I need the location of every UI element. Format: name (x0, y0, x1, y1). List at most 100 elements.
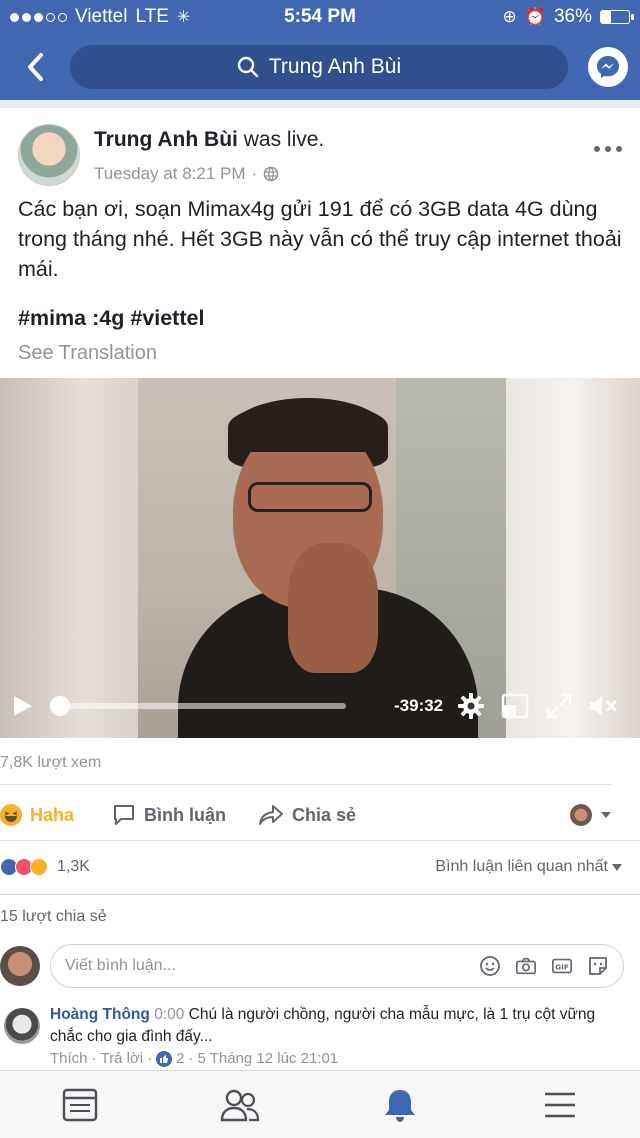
signal-icon (10, 12, 67, 22)
camera-button[interactable] (515, 955, 537, 977)
nav-bar: Trung Anh Bùi (0, 34, 640, 100)
gif-button[interactable]: GIF (551, 955, 573, 977)
mute-button[interactable] (587, 690, 619, 722)
alarm-icon: ⏰ (524, 7, 546, 26)
divider (0, 784, 612, 785)
play-icon (14, 696, 32, 716)
video-player[interactable]: -39:32 (0, 378, 640, 738)
gif-icon: GIF (552, 958, 572, 974)
share-count[interactable]: 15 lượt chia sẻ (0, 908, 107, 926)
search-bar[interactable]: Trung Anh Bùi (70, 45, 568, 89)
meta-separator: · (188, 1050, 194, 1067)
audience-selector[interactable] (570, 804, 612, 826)
carrier-label: Viettel (75, 6, 128, 27)
loading-icon: ✳ (176, 9, 191, 26)
post-hashtags[interactable]: #mima :4g #viettel (18, 306, 204, 331)
author-name[interactable]: Trung Anh Bùi (94, 128, 238, 151)
messenger-button[interactable] (588, 47, 628, 87)
chevron-left-icon (28, 53, 43, 81)
battery-percent: 36% (553, 6, 592, 27)
comment-meta: Thích · Trả lời · 2 · 5 Tháng 12 lúc 21:… (50, 1050, 338, 1067)
comment-item: Hoàng Thông 0:00 Chú là người chồng, ngư… (0, 1002, 640, 1072)
author-avatar[interactable] (18, 124, 80, 186)
comment-like-link[interactable]: Thích (50, 1050, 88, 1067)
post-body: Các bạn ơi, soạn Mimax4g gửi 191 để có 3… (18, 197, 622, 281)
post-actions: Haha Bình luận Chia sẻ (0, 792, 640, 838)
pip-button[interactable] (499, 690, 531, 722)
share-icon (259, 805, 284, 825)
smiley-icon (480, 956, 500, 976)
sticker-icon (589, 957, 607, 975)
share-label: Chia sẻ (292, 804, 357, 825)
rotation-lock-icon: ⊕ (502, 7, 517, 26)
reactions-summary[interactable]: 1,3K Bình luận liên quan nhất (0, 852, 640, 882)
reaction-count: 1,3K (57, 858, 90, 875)
scrubber-knob[interactable] (50, 696, 70, 716)
comment-like-count: 2 (176, 1050, 185, 1067)
search-icon (237, 56, 259, 78)
comment-icon (114, 805, 135, 825)
comment-input[interactable]: Viết bình luận... GIF (50, 944, 624, 988)
more-dots-icon (594, 146, 600, 152)
post-title: Trung Anh Bùi was live. (94, 128, 324, 152)
post-header: Trung Anh Bùi was live. Tuesday at 8:21 … (18, 124, 624, 194)
tab-news-feed[interactable] (56, 1081, 104, 1129)
tab-menu[interactable] (536, 1081, 584, 1129)
meta-separator: · (91, 1050, 97, 1067)
react-label: Haha (30, 804, 75, 825)
settings-button[interactable] (455, 690, 487, 722)
messenger-icon (597, 56, 619, 78)
view-count: 7,8K lượt xem (0, 754, 102, 771)
globe-icon (263, 166, 279, 182)
search-text: Trung Anh Bùi (268, 55, 402, 78)
header: Viettel LTE ✳ 5:54 PM ⊕ ⏰ 36% Trung Anh … (0, 0, 640, 100)
fullscreen-button[interactable] (543, 690, 575, 722)
network-label: LTE (135, 6, 169, 27)
divider (0, 840, 640, 841)
meta-separator: · (147, 1050, 153, 1067)
friends-icon (220, 1089, 260, 1121)
post-timestamp[interactable]: Tuesday at 8:21 PM (94, 164, 246, 184)
bell-icon (385, 1089, 415, 1122)
comment-body: Hoàng Thông 0:00 Chú là người chồng, ngư… (50, 1004, 620, 1048)
battery-icon (600, 10, 634, 24)
post-meta: Tuesday at 8:21 PM · (94, 164, 279, 184)
tab-bar (0, 1070, 640, 1138)
emoji-button[interactable] (479, 955, 501, 977)
svg-text:GIF: GIF (555, 963, 569, 972)
post-card: Trung Anh Bùi was live. Tuesday at 8:21 … (0, 108, 640, 1070)
comment-sort-dropdown[interactable]: Bình luận liên quan nhất (435, 858, 622, 876)
commenter-name[interactable]: Hoàng Thông (50, 1006, 150, 1023)
sticker-button[interactable] (587, 955, 609, 977)
status-bar: Viettel LTE ✳ 5:54 PM ⊕ ⏰ 36% (0, 0, 640, 34)
news-feed-icon (62, 1088, 98, 1121)
sort-label: Bình luận liên quan nhất (435, 858, 608, 875)
haha-emoji-icon (0, 804, 22, 826)
picture-in-picture-icon (501, 693, 529, 719)
share-button[interactable]: Chia sẻ (258, 804, 356, 826)
comment-label: Bình luận (144, 804, 227, 825)
like-count-icon (156, 1050, 173, 1067)
video-controls: -39:32 (0, 674, 640, 738)
tab-notifications[interactable] (376, 1081, 424, 1129)
see-translation-link[interactable]: See Translation (18, 342, 157, 365)
viewer-avatar (570, 804, 592, 826)
react-button[interactable]: Haha (0, 804, 74, 826)
reaction-icons (0, 858, 48, 876)
tab-friends[interactable] (216, 1081, 264, 1129)
play-button[interactable] (12, 694, 34, 718)
volume-mute-icon (590, 696, 618, 716)
comment-placeholder: Viết bình luận... (65, 957, 176, 974)
commenter-avatar[interactable] (4, 1008, 40, 1044)
chevron-down-icon (612, 863, 622, 871)
gear-icon (458, 693, 485, 719)
post-action: was live. (243, 128, 325, 151)
more-options-button[interactable] (594, 146, 622, 152)
camera-icon (516, 957, 536, 975)
back-button[interactable] (20, 47, 50, 87)
expand-icon (546, 693, 572, 719)
video-scrubber[interactable] (50, 696, 346, 716)
comment-video-timestamp[interactable]: 0:00 (154, 1006, 184, 1023)
comment-button[interactable]: Bình luận (112, 803, 226, 827)
comment-reply-link[interactable]: Trả lời (101, 1050, 144, 1067)
